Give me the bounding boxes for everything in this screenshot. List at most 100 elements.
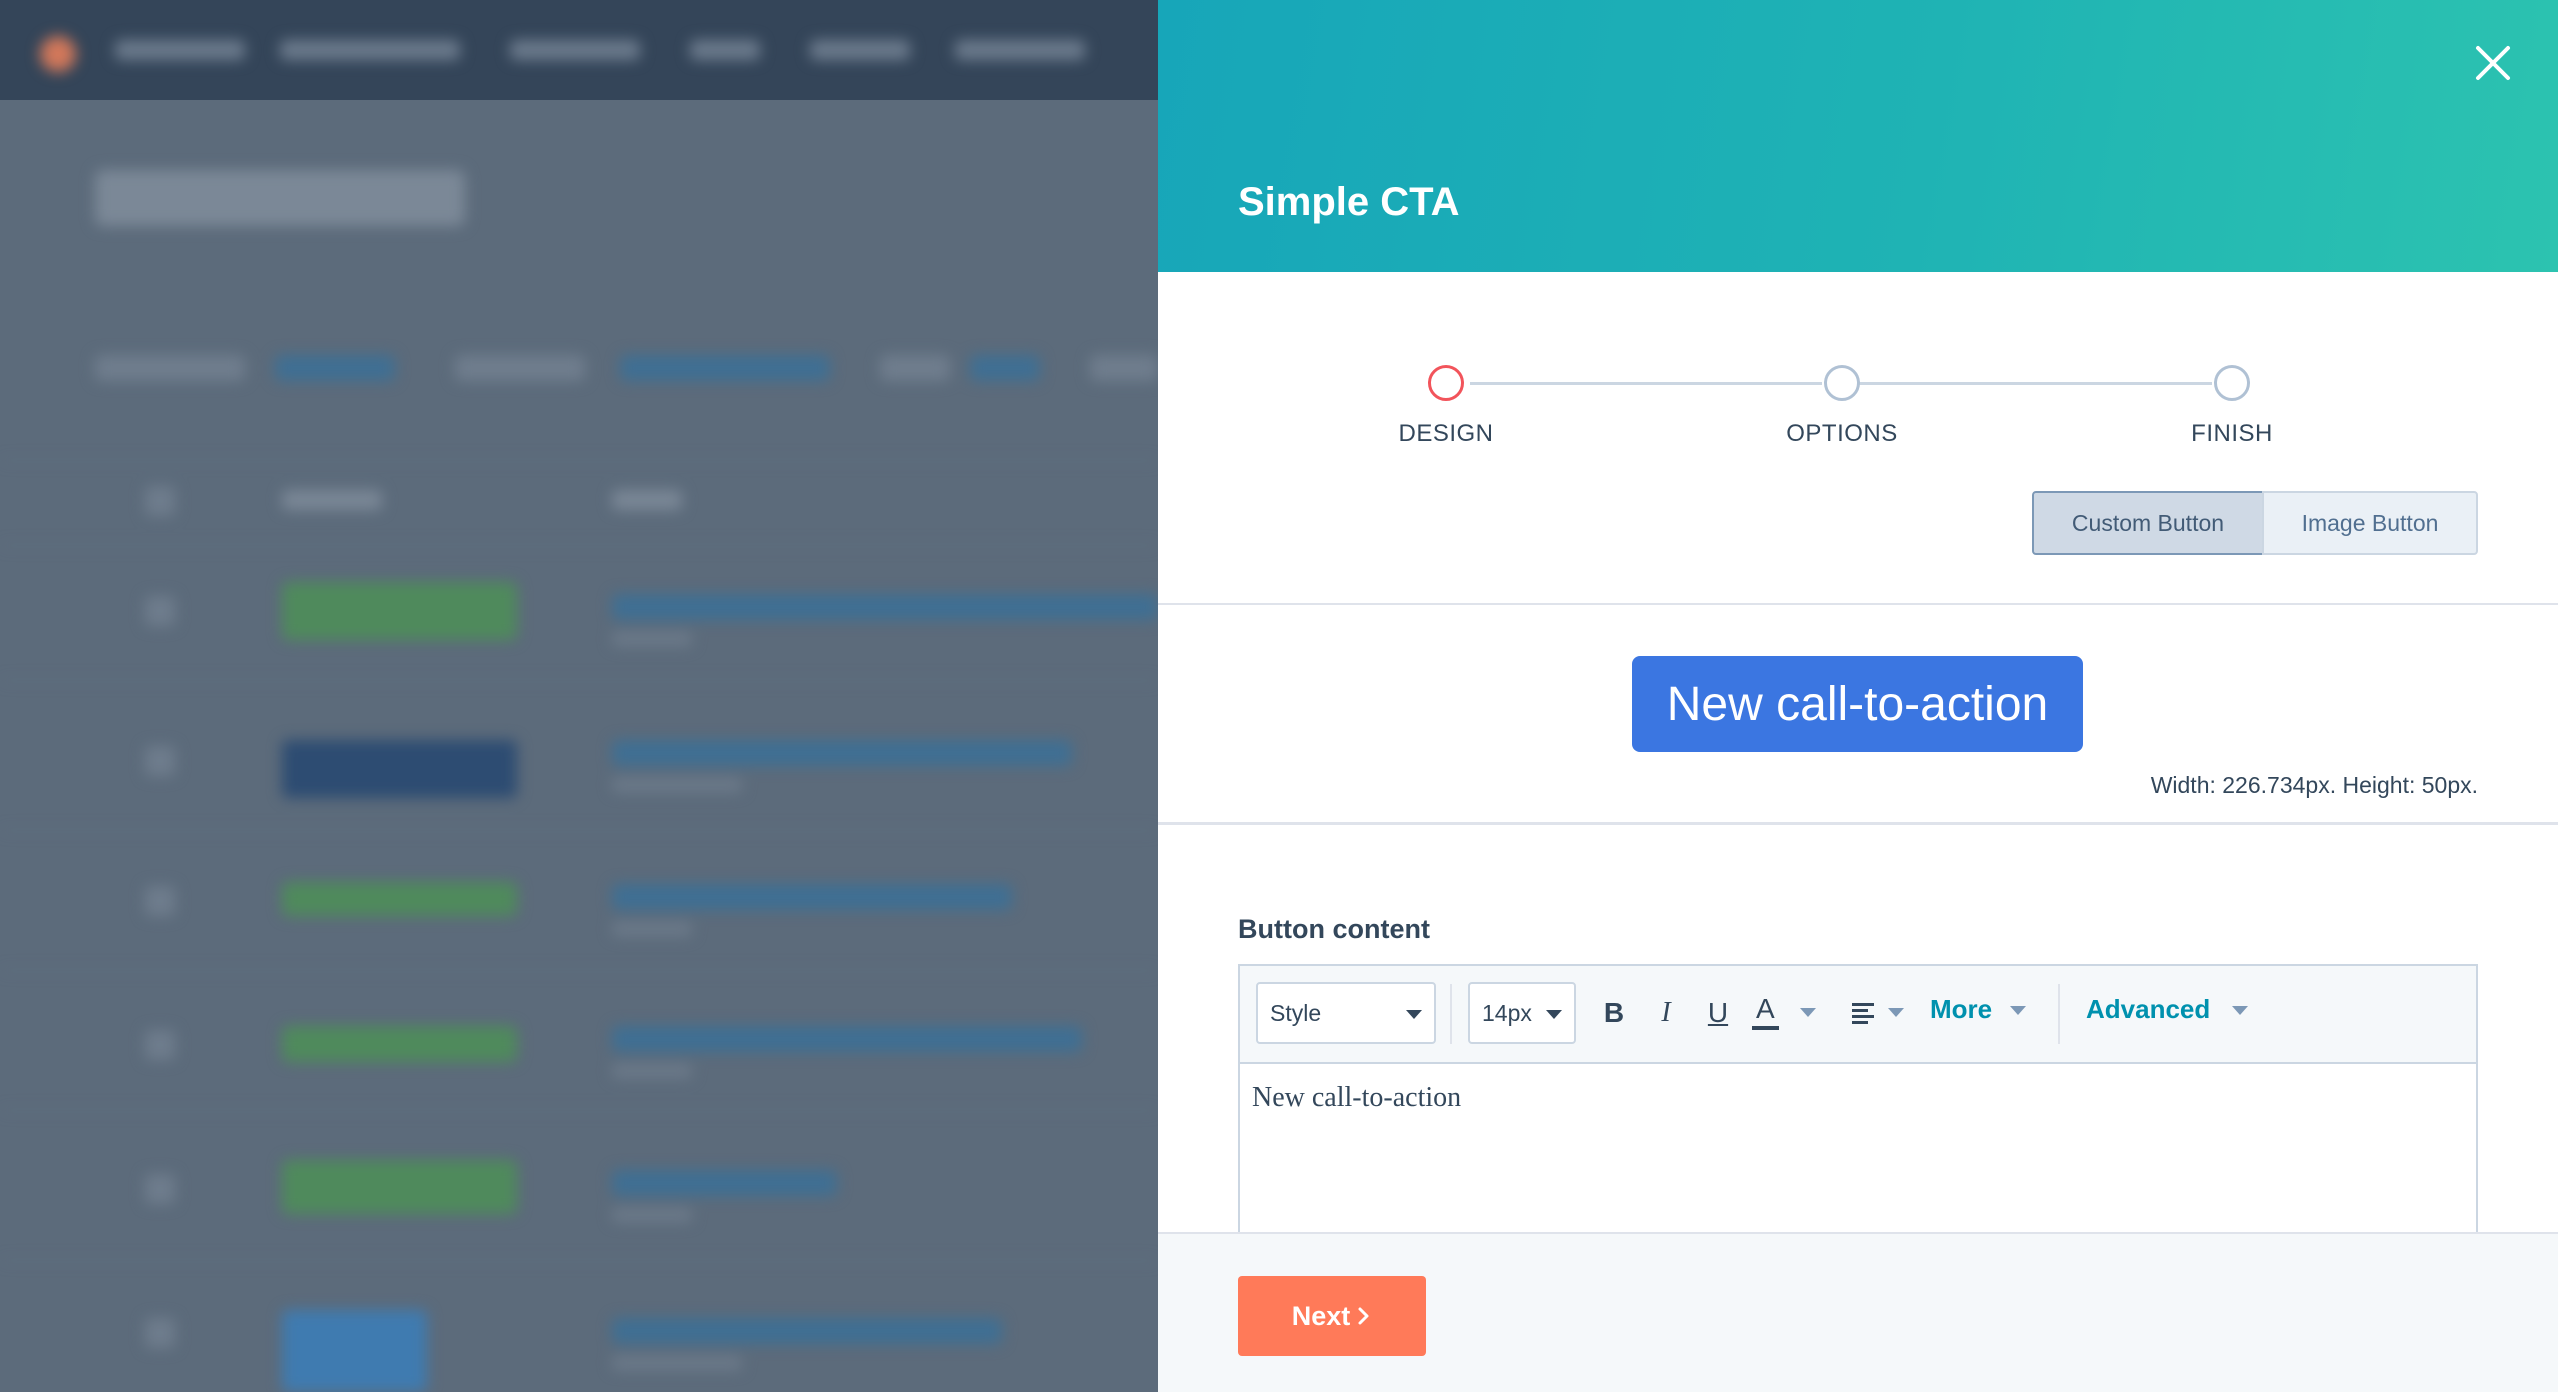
advanced-label: Advanced — [2086, 994, 2211, 1024]
background-filter-value — [970, 355, 1040, 381]
background-checkbox — [145, 486, 175, 516]
italic-button[interactable]: I — [1646, 990, 1686, 1036]
cta-creation-panel: Simple CTA DESIGN OPTIONS FINISH Custom … — [1158, 0, 2558, 1392]
section-divider — [1158, 822, 2558, 825]
background-row-sub — [612, 778, 742, 792]
next-label: Next — [1291, 1300, 1351, 1331]
background-filter-label — [455, 355, 585, 381]
close-button[interactable] — [2470, 40, 2516, 86]
step-design-indicator — [1428, 365, 1464, 401]
toolbar-separator — [2058, 984, 2060, 1044]
chevron-down-icon — [1546, 1010, 1562, 1019]
background-filter-label — [95, 355, 245, 381]
background-top-nav — [0, 0, 1158, 100]
background-divider — [0, 1260, 1158, 1261]
background-divider — [0, 1110, 1158, 1111]
background-nav-item — [690, 40, 760, 60]
step-connector — [1470, 382, 1822, 385]
background-app — [0, 0, 1158, 1392]
background-checkbox — [145, 596, 175, 626]
more-menu-button[interactable]: More — [1930, 994, 2026, 1025]
background-filter-value — [275, 355, 395, 381]
panel-header: Simple CTA — [1158, 0, 2558, 272]
background-divider — [0, 680, 1158, 681]
background-divider — [0, 545, 1158, 546]
background-cta-thumbnail — [282, 582, 517, 640]
background-row-link — [612, 1170, 837, 1196]
underline-icon: U — [1707, 997, 1729, 1028]
background-row-sub — [612, 922, 692, 936]
background-cta-thumbnail — [282, 1026, 517, 1062]
font-size-select[interactable]: 14px — [1468, 982, 1576, 1044]
bold-button[interactable]: B — [1594, 990, 1634, 1036]
background-page-title — [95, 170, 465, 226]
background-row-link — [612, 740, 1072, 766]
button-content-label: Button content — [1238, 914, 1430, 944]
style-select-value: Style — [1270, 999, 1322, 1026]
background-divider — [0, 970, 1158, 971]
chevron-down-icon — [1888, 1008, 1904, 1017]
next-button[interactable]: Next — [1238, 1276, 1426, 1356]
chevron-down-icon — [2232, 1006, 2248, 1015]
chevron-right-icon — [1358, 1307, 1369, 1325]
font-size-value: 14px — [1482, 999, 1532, 1026]
background-checkbox — [145, 1030, 175, 1060]
background-cta-thumbnail — [282, 740, 517, 798]
panel-title: Simple CTA — [1238, 180, 1460, 224]
background-row-sub — [612, 1064, 692, 1078]
text-color-icon: A — [1752, 992, 1779, 1030]
panel-footer: Next — [1158, 1232, 2558, 1392]
background-divider — [0, 460, 1158, 461]
background-row-link — [612, 1318, 1002, 1344]
image-button-toggle[interactable]: Image Button — [2262, 491, 2478, 555]
step-finish-indicator — [2214, 365, 2250, 401]
align-button[interactable] — [1848, 990, 1908, 1036]
background-row-sub — [612, 1208, 692, 1222]
step-connector — [1858, 382, 2212, 385]
chevron-down-icon — [1406, 1010, 1422, 1019]
background-row-link — [612, 884, 1012, 910]
editor-toolbar: Style 14px B I U A More Advanced — [1240, 966, 2476, 1064]
step-options-label: OPTIONS — [1786, 420, 1898, 447]
background-nav-item — [115, 40, 245, 60]
cta-preview-button[interactable]: New call-to-action — [1632, 656, 2083, 752]
custom-button-toggle[interactable]: Custom Button — [2032, 491, 2264, 555]
background-row-link — [612, 1026, 1082, 1052]
underline-button[interactable]: U — [1698, 990, 1738, 1036]
background-filter-label — [1090, 355, 1158, 381]
background-nav-item — [280, 40, 460, 60]
background-checkbox — [145, 886, 175, 916]
style-select[interactable]: Style — [1256, 982, 1436, 1044]
background-cta-thumbnail — [282, 1160, 517, 1214]
background-column-header — [282, 490, 382, 510]
step-design-label: DESIGN — [1398, 420, 1494, 447]
chevron-down-icon — [1800, 1008, 1816, 1017]
background-checkbox — [145, 1318, 175, 1348]
button-content-input[interactable]: New call-to-action — [1252, 1082, 1461, 1114]
background-logo — [40, 36, 76, 72]
background-nav-item — [955, 40, 1085, 60]
toolbar-separator — [1450, 984, 1452, 1044]
step-options-indicator — [1824, 365, 1860, 401]
background-column-header — [612, 490, 682, 510]
background-nav-item — [810, 40, 910, 60]
background-nav-item — [510, 40, 640, 60]
chevron-down-icon — [2010, 1006, 2026, 1015]
background-checkbox — [145, 746, 175, 776]
italic-icon: I — [1661, 997, 1671, 1028]
background-filter-value — [620, 355, 830, 381]
advanced-menu-button[interactable]: Advanced — [2086, 994, 2248, 1025]
bold-icon: B — [1603, 997, 1625, 1028]
more-label: More — [1930, 994, 1993, 1024]
align-left-icon — [1852, 1003, 1874, 1024]
step-finish-label: FINISH — [2191, 420, 2273, 447]
background-filter-label — [880, 355, 950, 381]
background-cta-thumbnail — [282, 882, 517, 916]
background-checkbox — [145, 1174, 175, 1204]
background-row-sub — [612, 1356, 742, 1370]
background-row-sub — [612, 632, 692, 646]
text-color-button[interactable]: A — [1750, 990, 1820, 1036]
close-icon — [2476, 46, 2510, 80]
background-divider — [0, 830, 1158, 831]
cta-dimensions-text: Width: 226.734px. Height: 50px. — [2150, 772, 2478, 798]
